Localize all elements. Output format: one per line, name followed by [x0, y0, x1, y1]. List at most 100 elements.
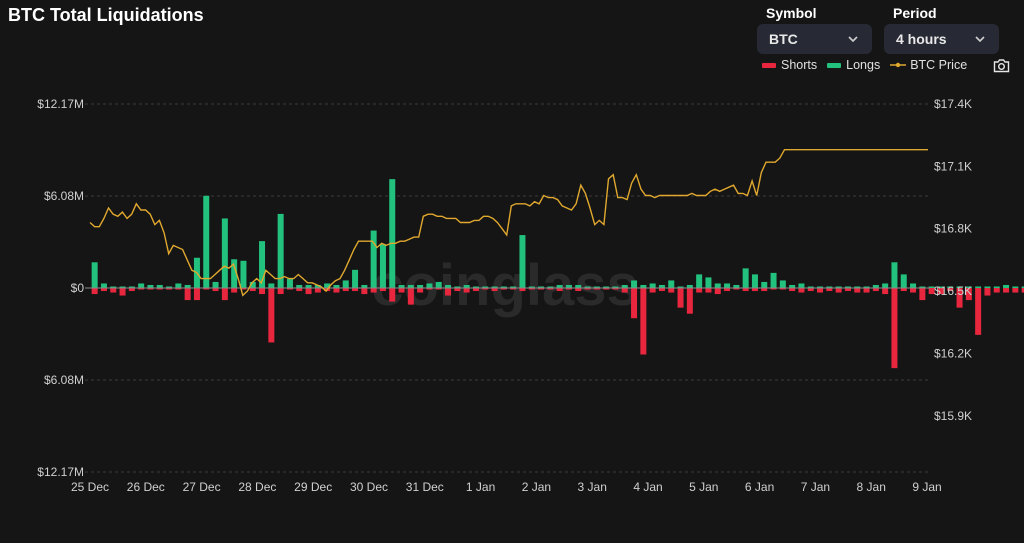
shorts-bar — [259, 288, 266, 295]
shorts-bar — [398, 288, 405, 293]
y-right-tick-label: $17.1K — [934, 159, 972, 173]
longs-bar — [389, 179, 396, 288]
longs-bar — [910, 283, 917, 288]
longs-bar — [519, 235, 526, 288]
x-tick-label: 28 Dec — [238, 480, 276, 494]
x-tick-label: 26 Dec — [127, 480, 165, 494]
shorts-bar — [333, 288, 340, 293]
shorts-bar — [91, 288, 98, 295]
longs-bar — [221, 218, 228, 288]
shorts-bar — [184, 288, 191, 301]
shorts-bar — [370, 288, 377, 293]
shorts-bar — [1012, 288, 1019, 293]
x-tick-label: 9 Jan — [912, 480, 941, 494]
longs-bar — [212, 281, 219, 288]
longs-bar — [900, 274, 907, 288]
longs-bar — [724, 283, 731, 288]
longs-bar — [426, 283, 433, 288]
longs-bar — [993, 286, 1000, 288]
y-left-tick-label: $12.17M — [37, 97, 84, 111]
longs-bar — [751, 274, 758, 288]
longs-bar — [770, 272, 777, 288]
x-tick-label: 29 Dec — [294, 480, 332, 494]
shorts-bar — [975, 288, 982, 335]
shorts-bar — [696, 288, 703, 293]
shorts-bar — [463, 288, 470, 293]
bars — [91, 179, 1024, 369]
x-tick-label: 6 Jan — [745, 480, 774, 494]
x-tick-label: 5 Jan — [689, 480, 718, 494]
longs-bar — [370, 230, 377, 288]
shorts-bar — [621, 288, 628, 293]
x-tick-label: 4 Jan — [633, 480, 662, 494]
shorts-bar — [631, 288, 638, 319]
shorts-bar — [417, 288, 424, 293]
shorts-bar — [640, 288, 647, 355]
shorts-bar — [668, 288, 675, 293]
shorts-bar — [193, 288, 200, 301]
x-tick-label: 31 Dec — [406, 480, 444, 494]
shorts-bar — [649, 288, 656, 293]
y-right-tick-label: $15.9K — [934, 409, 972, 423]
shorts-bar — [119, 288, 126, 296]
y-left-tick-label: $12.17M — [37, 465, 84, 479]
x-tick-label: 1 Jan — [466, 480, 495, 494]
longs-bar — [668, 280, 675, 288]
longs-bar — [1012, 286, 1019, 288]
shorts-bar — [268, 288, 275, 343]
shorts-bar — [677, 288, 684, 308]
longs-bar — [286, 278, 293, 288]
shorts-bar — [277, 288, 284, 295]
shorts-bar — [686, 288, 693, 314]
longs-bar — [175, 283, 182, 288]
longs-bar — [705, 277, 712, 288]
shorts-bar — [445, 288, 452, 296]
y-right-tick-label: $16.5K — [934, 284, 972, 298]
shorts-bar — [407, 288, 414, 305]
longs-bar — [352, 269, 359, 288]
longs-bar — [798, 283, 805, 288]
longs-bar — [649, 283, 656, 288]
shorts-bar — [705, 288, 712, 293]
shorts-bar — [110, 288, 117, 293]
longs-bar — [761, 281, 768, 288]
x-tick-label: 3 Jan — [578, 480, 607, 494]
shorts-bar — [882, 288, 889, 295]
shorts-bar — [361, 288, 368, 295]
shorts-bar — [993, 288, 1000, 293]
longs-bar — [138, 283, 145, 288]
longs-bar — [882, 283, 889, 288]
shorts-bar — [305, 288, 312, 295]
longs-bar — [742, 268, 749, 288]
longs-bar — [203, 195, 210, 288]
shorts-bar — [221, 288, 228, 301]
longs-bar — [631, 280, 638, 288]
shorts-bar — [863, 288, 870, 293]
x-tick-label: 30 Dec — [350, 480, 388, 494]
longs-bar — [984, 286, 991, 288]
x-tick-label: 25 Dec — [71, 480, 109, 494]
x-tick-label: 27 Dec — [183, 480, 221, 494]
x-tick-label: 8 Jan — [857, 480, 886, 494]
longs-bar — [379, 244, 386, 288]
shorts-bar — [984, 288, 991, 296]
longs-bar — [714, 283, 721, 288]
longs-bar — [975, 286, 982, 288]
longs-bar — [696, 274, 703, 288]
shorts-bar — [798, 288, 805, 293]
shorts-bar — [817, 288, 824, 293]
longs-bar — [91, 262, 98, 288]
longs-bar — [891, 262, 898, 288]
y-right-tick-label: $16.8K — [934, 222, 972, 236]
shorts-bar — [1003, 288, 1010, 293]
y-right-tick-label: $16.2K — [934, 346, 972, 360]
x-tick-label: 2 Jan — [522, 480, 551, 494]
longs-bar — [268, 283, 275, 288]
y-left-tick-label: $6.08M — [44, 189, 84, 203]
shorts-bar — [891, 288, 898, 369]
shorts-bar — [231, 288, 238, 293]
y-left-tick-label: $0 — [71, 281, 85, 295]
shorts-bar — [389, 288, 396, 302]
shorts-bar — [919, 288, 926, 301]
shorts-bar — [910, 288, 917, 293]
